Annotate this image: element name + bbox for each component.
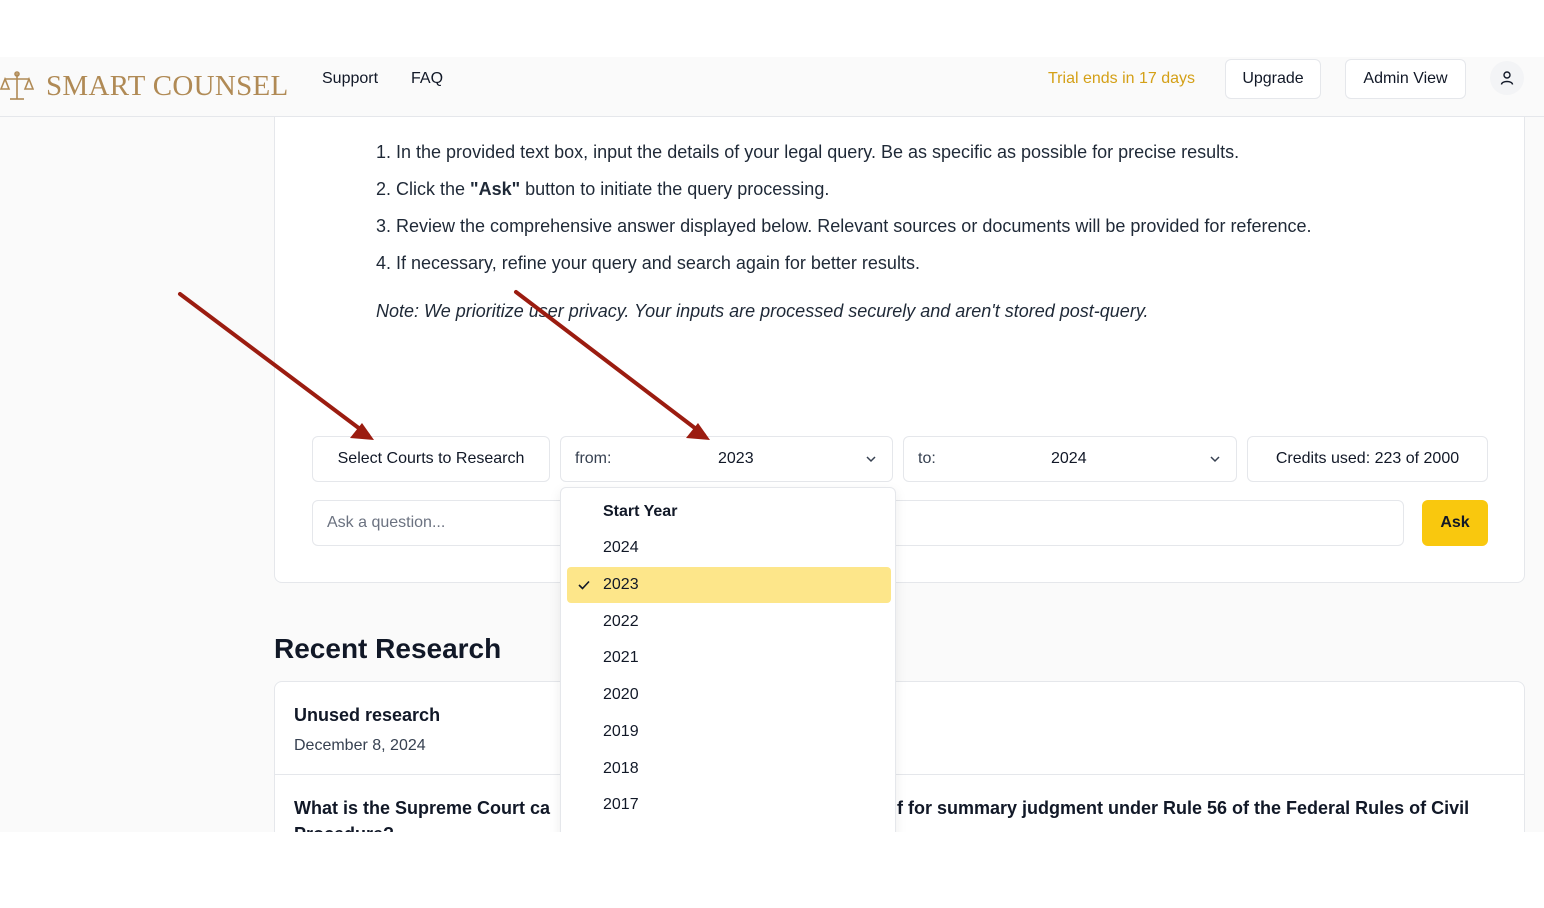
year-option-2023[interactable]: 2023 — [567, 567, 891, 603]
app-screen: SMART COUNSEL Support FAQ Trial ends in … — [0, 57, 1544, 832]
list-item[interactable]: Unused research December 8, 2024 — [275, 682, 1524, 775]
research-title-wrap: Procedure? — [294, 823, 394, 832]
start-year-dropdown: Start Year 2024 2023 2022 2021 2020 2019… — [560, 487, 896, 832]
brand-logo[interactable]: SMART COUNSEL — [0, 61, 289, 111]
year-option-2022[interactable]: 2022 — [567, 604, 891, 640]
to-year-select[interactable]: to: 2024 — [903, 436, 1237, 482]
to-label: to: — [918, 450, 936, 467]
from-value: 2023 — [718, 450, 754, 467]
credits-badge: Credits used: 223 of 2000 — [1247, 436, 1488, 482]
privacy-note: Note: We prioritize user privacy. Your i… — [376, 301, 1149, 321]
top-header: SMART COUNSEL Support FAQ Trial ends in … — [0, 57, 1544, 117]
user-menu-button[interactable] — [1490, 61, 1524, 95]
brand-name: SMART COUNSEL — [46, 69, 289, 102]
nav-support-link[interactable]: Support — [322, 69, 378, 89]
credits-text: Credits used: 223 of 2000 — [1275, 450, 1460, 467]
chevron-down-icon — [866, 456, 876, 463]
select-courts-button[interactable]: Select Courts to Research — [312, 436, 550, 482]
research-title-end: f for summary judgment under Rule 56 of … — [897, 798, 1470, 818]
instruction-step-1: 1. In the provided text box, input the d… — [376, 142, 1240, 162]
instruction-step-4: 4. If necessary, refine your query and s… — [376, 253, 920, 273]
research-title-start: What is the Supreme Court ca — [294, 798, 551, 818]
year-option-2021[interactable]: 2021 — [567, 640, 891, 676]
instructions-list: 1. In the provided text box, input the d… — [376, 141, 1476, 289]
nav-faq-link[interactable]: FAQ — [411, 69, 443, 89]
dropdown-header: Start Year — [603, 503, 678, 520]
research-title: Unused research — [294, 705, 441, 725]
ask-button[interactable]: Ask — [1422, 500, 1488, 546]
admin-view-button[interactable]: Admin View — [1345, 59, 1466, 99]
user-icon — [1500, 71, 1514, 85]
research-date: December 8, 2024 — [294, 737, 426, 754]
scales-of-justice-icon — [0, 71, 34, 100]
year-option-2019[interactable]: 2019 — [567, 714, 891, 750]
from-label: from: — [575, 450, 612, 467]
recent-research-heading: Recent Research — [274, 633, 502, 664]
from-year-select[interactable]: from: 2023 — [560, 436, 893, 482]
instruction-step-2: 2. Click the "Ask" button to initiate th… — [376, 179, 830, 199]
trial-status: Trial ends in 17 days — [1048, 70, 1196, 87]
year-option-2024[interactable]: 2024 — [567, 530, 891, 566]
year-option-2018[interactable]: 2018 — [567, 751, 891, 787]
instruction-step-3: 3. Review the comprehensive answer displ… — [376, 216, 1312, 236]
recent-research-list: Unused research December 8, 2024 What is… — [274, 681, 1525, 832]
year-option-2020[interactable]: 2020 — [567, 677, 891, 713]
year-option-2017[interactable]: 2017 — [567, 787, 891, 823]
chevron-down-icon — [1210, 456, 1220, 463]
checkmark-icon — [578, 580, 590, 590]
upgrade-button[interactable]: Upgrade — [1225, 59, 1321, 99]
to-value: 2024 — [1051, 450, 1087, 467]
